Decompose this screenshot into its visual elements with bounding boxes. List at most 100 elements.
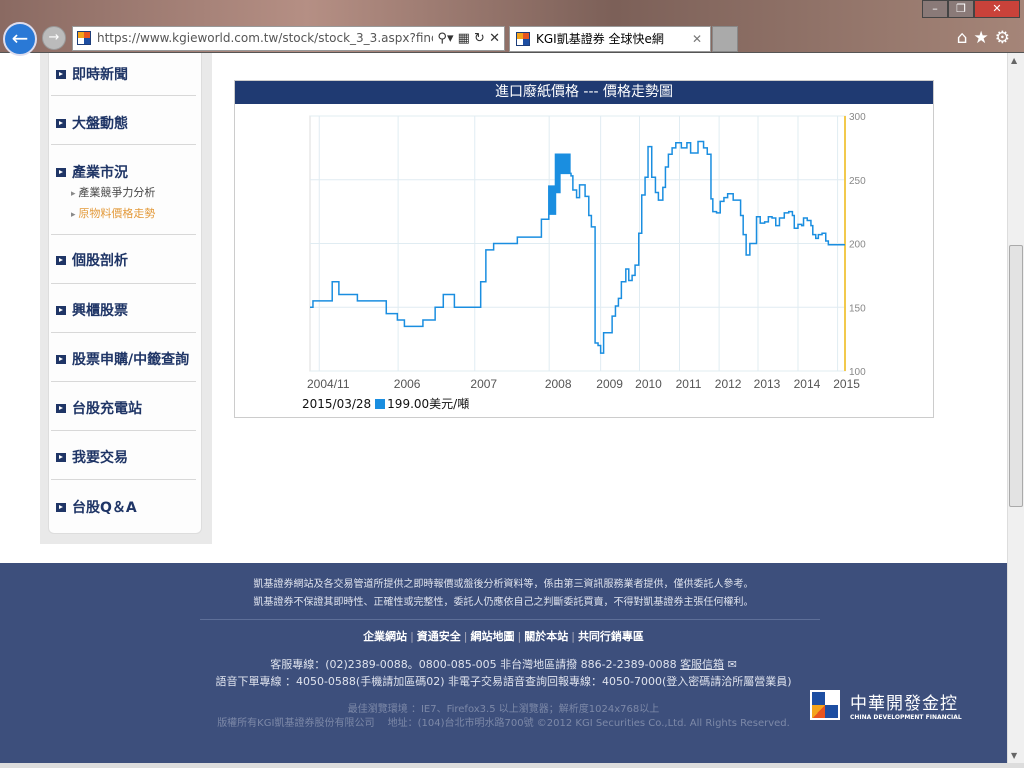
url-text: https://www.kgieworld.com.tw/stock/stock… — [97, 31, 439, 45]
mailbox-link[interactable]: 客服信箱 — [680, 658, 724, 671]
y-tick-label: 200 — [849, 240, 866, 251]
bullet-icon — [56, 305, 66, 315]
cdf-logo-mark-icon — [810, 690, 840, 720]
bullet-icon — [56, 452, 66, 462]
sidebar-item-charging-station[interactable]: 台股充電站 — [56, 398, 142, 418]
refresh-icon[interactable]: ↻ — [474, 31, 485, 46]
price-chart-panel: 進口廢紙價格 --- 價格走勢圖 100 150 200 250 300 2004/11 2… — [234, 80, 934, 418]
subitem-industry-competitiveness[interactable]: 產業競爭力分析 — [71, 184, 155, 200]
disclaimer-line-1: 凱基證券網站及各交易管道所提供之即時報價或盤後分析資料等，係由第三資訊服務業者提… — [253, 579, 754, 590]
bullet-icon — [56, 69, 66, 79]
sidebar-item-trade[interactable]: 我要交易 — [56, 447, 128, 467]
hotline-text: 客服專線：(02)2389-0088。0800-085-005 非台灣地區請撥 … — [270, 658, 677, 671]
back-button[interactable]: ← — [3, 22, 37, 56]
new-tab-button[interactable] — [712, 26, 738, 52]
footer: 凱基證券網站及各交易管道所提供之即時報價或盤後分析資料等，係由第三資訊服務業者提… — [0, 563, 1007, 763]
sidebar-item-label: 即時新聞 — [72, 67, 128, 83]
sidebar-item-label: 股票申購/中籤查詢 — [72, 352, 190, 368]
divider — [51, 283, 196, 284]
x-tick-label: 2004/11 — [307, 377, 350, 391]
voice-order-line: 語音下單專線 ：4050-0588(手機請加區碼02) 非電子交易語音查詢回報專… — [215, 675, 792, 688]
footer-links: 企業網站 | 資通安全 | 網站地圖 | 關於本站 | 共同行銷專區 — [363, 630, 644, 643]
sidebar-item-label: 產業市況 — [72, 165, 128, 181]
sidebar-item-news[interactable]: 即時新聞 — [56, 64, 128, 84]
sidebar-item-emerging[interactable]: 興櫃股票 — [56, 300, 128, 320]
divider — [51, 144, 196, 145]
cdf-logo: 中華開發金控 CHINA DEVELOPMENT FINANCIAL — [810, 689, 962, 721]
legend-date: 2015/03/28 — [302, 396, 372, 411]
gear-icon[interactable]: ⚙ — [995, 28, 1016, 48]
link-sitemap[interactable]: 網站地圖 — [471, 630, 515, 643]
forward-button[interactable]: → — [42, 26, 66, 50]
sidebar-item-label: 我要交易 — [72, 450, 128, 466]
sidebar-item-label: 台股Q＆A — [72, 500, 137, 516]
site-favicon-icon — [77, 31, 91, 45]
tab-title: KGI凱基證券 全球快e網 — [536, 32, 664, 46]
bullet-icon — [56, 118, 66, 128]
x-tick-label: 2007 — [470, 377, 497, 391]
x-tick-label: 2015 — [833, 377, 860, 391]
scroll-down-icon[interactable]: ▼ — [1011, 751, 1017, 760]
sidebar-item-faq[interactable]: 台股Q＆A — [56, 497, 137, 517]
x-tick-label: 2012 — [715, 377, 742, 391]
sidebar-item-label: 興櫃股票 — [72, 303, 128, 319]
favorites-star-icon[interactable]: ★ — [974, 28, 995, 48]
browser-chrome: – ❐ ✕ ← → https://www.kgieworld.com.tw/s… — [0, 0, 1024, 56]
y-tick-label: 250 — [849, 176, 866, 187]
bullet-icon — [56, 354, 66, 364]
x-tick-label: 2013 — [754, 377, 781, 391]
sidebar-item-subscription[interactable]: 股票申購/中籤查詢 — [56, 349, 189, 369]
scroll-up-icon[interactable]: ▲ — [1011, 56, 1017, 65]
price-chart[interactable]: 1001502002503002004/11 2006 2007 2008 2009 20… — [235, 81, 935, 419]
hotline-line: 客服專線：(02)2389-0088。0800-085-005 非台灣地區請撥 … — [0, 656, 1007, 672]
sidebar-item-industry[interactable]: 產業市況 — [56, 162, 128, 182]
link-corporate[interactable]: 企業網站 — [363, 630, 407, 643]
subitem-raw-material-prices[interactable]: 原物料價格走勢 — [71, 205, 155, 221]
sidebar-item-label: 大盤動態 — [72, 116, 128, 132]
scrollbar-thumb[interactable] — [1009, 245, 1023, 507]
x-tick-label: 2010 — [635, 377, 662, 391]
y-tick-label: 300 — [849, 112, 866, 123]
search-icon[interactable]: ⚲▾ — [437, 31, 453, 46]
disclaimer-line-2: 凱基證券不保證其即時性、正確性或完整性，委託人仍應依自己之判斷委託買賣，不得對凱… — [253, 597, 754, 608]
bullet-icon — [56, 167, 66, 177]
chart-legend: 2015/03/28 199.00美元/噸 — [302, 395, 469, 412]
divider — [51, 381, 196, 382]
tab-close-icon[interactable]: ✕ — [692, 27, 702, 51]
vertical-scrollbar[interactable]: ▲ ▼ — [1007, 53, 1024, 763]
sidebar-item-stock-analysis[interactable]: 個股剖析 — [56, 250, 128, 270]
divider — [51, 95, 196, 96]
address-bar[interactable]: https://www.kgieworld.com.tw/stock/stock… — [72, 26, 505, 51]
logo-chinese: 中華開發金控 — [850, 694, 958, 714]
browser-tab[interactable]: KGI凱基證券 全球快e網 ✕ — [509, 26, 711, 52]
tab-favicon-icon — [516, 32, 530, 46]
home-icon[interactable]: ⌂ — [957, 28, 974, 48]
bullet-icon — [56, 255, 66, 265]
mail-icon[interactable]: ✉ — [728, 658, 737, 671]
maximize-button[interactable]: ❐ — [948, 0, 974, 18]
divider — [51, 430, 196, 431]
footer-divider — [200, 619, 820, 620]
window-controls: – ❐ ✕ — [922, 0, 1020, 18]
sidebar-item-market[interactable]: 大盤動態 — [56, 113, 128, 133]
x-tick-label: 2011 — [676, 377, 702, 391]
x-tick-label: 2009 — [596, 377, 623, 391]
legend-swatch — [375, 398, 386, 409]
divider — [51, 234, 196, 235]
sidebar: 即時新聞 大盤動態 產業市況 產業競爭力分析 原物料價格走勢 個股剖析 興櫃股票… — [48, 53, 202, 534]
x-tick-label: 2014 — [794, 377, 821, 391]
minimize-button[interactable]: – — [922, 0, 948, 18]
status-bar — [0, 763, 1024, 768]
compat-view-icon[interactable]: ▦ — [458, 31, 470, 46]
link-about[interactable]: 關於本站 — [524, 630, 568, 643]
sidebar-item-label: 台股充電站 — [72, 401, 142, 417]
close-window-button[interactable]: ✕ — [974, 0, 1020, 18]
sidebar-item-label: 個股剖析 — [72, 253, 128, 269]
y-tick-label: 150 — [849, 303, 866, 314]
link-security[interactable]: 資通安全 — [417, 630, 461, 643]
x-tick-label: 2006 — [394, 377, 421, 391]
bullet-icon — [56, 502, 66, 512]
divider — [51, 479, 196, 480]
link-joint-marketing[interactable]: 共同行銷專區 — [578, 630, 644, 643]
stop-icon[interactable]: ✕ — [489, 31, 500, 46]
